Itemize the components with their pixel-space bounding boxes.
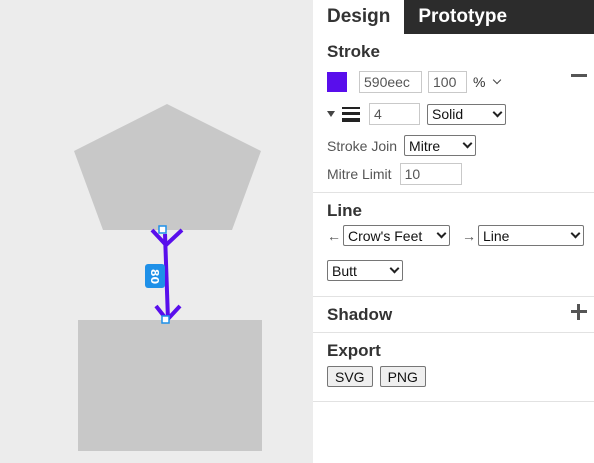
- stroke-color-swatch[interactable]: [327, 72, 347, 92]
- start-marker-select[interactable]: Crow's Feet: [343, 225, 450, 246]
- chevron-down-icon: [570, 228, 581, 239]
- stroke-title: Stroke: [327, 42, 380, 61]
- tab-design[interactable]: Design: [313, 0, 405, 34]
- canvas[interactable]: 80: [0, 0, 313, 463]
- tab-prototype[interactable]: Prototype: [404, 0, 521, 34]
- end-arrow-icon: →: [462, 227, 476, 244]
- chevron-down-icon: [492, 107, 503, 117]
- stroke-color-input[interactable]: 590eec: [359, 71, 422, 93]
- add-shadow-icon[interactable]: [571, 304, 587, 320]
- export-png-button[interactable]: PNG: [379, 366, 426, 387]
- line-cap-value: Butt: [332, 262, 357, 279]
- line-cap-select[interactable]: Butt: [327, 260, 403, 281]
- stroke-section: Stroke 590eec 100 % 4 Solid Stroke Join …: [313, 34, 594, 193]
- stroke-join-value: Mitre: [409, 137, 441, 154]
- export-section: Export SVG PNG: [313, 333, 594, 402]
- shadow-title: Shadow: [327, 305, 393, 324]
- rectangle-shape[interactable]: [78, 320, 262, 451]
- stroke-width-input[interactable]: 4: [369, 103, 420, 125]
- stroke-join-label: Stroke Join: [327, 137, 398, 154]
- stroke-weight-icon: [342, 106, 360, 122]
- export-title: Export: [327, 341, 381, 360]
- export-svg-button[interactable]: SVG: [327, 366, 373, 387]
- remove-stroke-icon[interactable]: [571, 74, 587, 77]
- stroke-join-select[interactable]: Mitre: [404, 135, 477, 156]
- connector-end-handle[interactable]: [161, 315, 170, 324]
- end-marker-select[interactable]: Line: [478, 225, 584, 246]
- mitre-limit-input[interactable]: 10: [399, 163, 462, 185]
- chevron-down-icon: [462, 138, 473, 149]
- canvas-drawing: [74, 104, 262, 451]
- chevron-down-icon: [389, 263, 400, 274]
- properties-panel: Design Prototype Stroke 590eec 100 % 4 S…: [313, 0, 594, 463]
- end-marker-value: Line: [483, 227, 510, 244]
- opacity-unit: %: [473, 74, 486, 90]
- length-value: 80: [148, 268, 162, 284]
- mitre-limit-label: Mitre Limit: [327, 166, 392, 182]
- line-section: Line ← Crow's Feet → Line Butt: [313, 193, 594, 297]
- line-title: Line: [327, 201, 362, 220]
- stroke-style-value: Solid: [432, 106, 464, 122]
- collapse-triangle-icon[interactable]: [327, 111, 335, 117]
- stroke-style-select[interactable]: Solid: [427, 103, 506, 125]
- chevron-down-icon: [436, 228, 447, 239]
- opacity-chevron-icon[interactable]: [493, 75, 502, 85]
- start-arrow-icon: ←: [327, 227, 341, 244]
- shadow-section: Shadow: [313, 297, 594, 333]
- connector-start-handle[interactable]: [158, 225, 167, 234]
- start-marker-value: Crow's Feet: [348, 227, 423, 244]
- stroke-opacity-input[interactable]: 100: [428, 71, 467, 93]
- pentagon-shape[interactable]: [74, 104, 261, 230]
- length-badge: 80: [145, 264, 165, 288]
- panel-tabs: Design Prototype: [313, 0, 594, 34]
